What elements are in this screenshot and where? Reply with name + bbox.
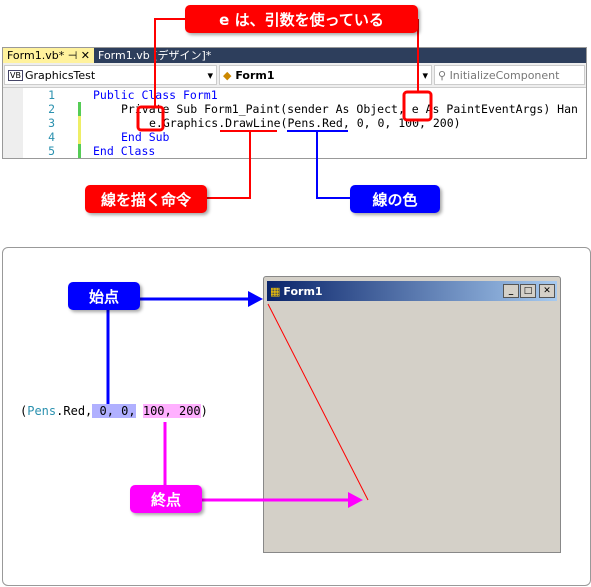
red-text: .Red, (56, 404, 93, 418)
drawline-arguments: (Pens.Red, 0, 0, 100, 200) (20, 404, 208, 418)
arrow-head (248, 291, 263, 307)
pens-text: Pens (27, 404, 57, 418)
end-coords: 100, 200 (142, 404, 201, 418)
callout-draw-command: 線を描く命令 (85, 185, 207, 213)
callout-start-point: 始点 (68, 282, 140, 310)
arrow-head (348, 492, 363, 508)
callout-e-argument: e は、引数を使っている (185, 5, 418, 33)
drawn-red-line (267, 303, 369, 501)
callout-line-color: 線の色 (350, 185, 440, 213)
e-highlight-box (136, 105, 165, 132)
e-highlight-box (402, 90, 433, 122)
paren: ) (200, 404, 208, 418)
start-coords: 0, 0, (92, 404, 136, 418)
callout-end-point: 終点 (130, 485, 202, 513)
